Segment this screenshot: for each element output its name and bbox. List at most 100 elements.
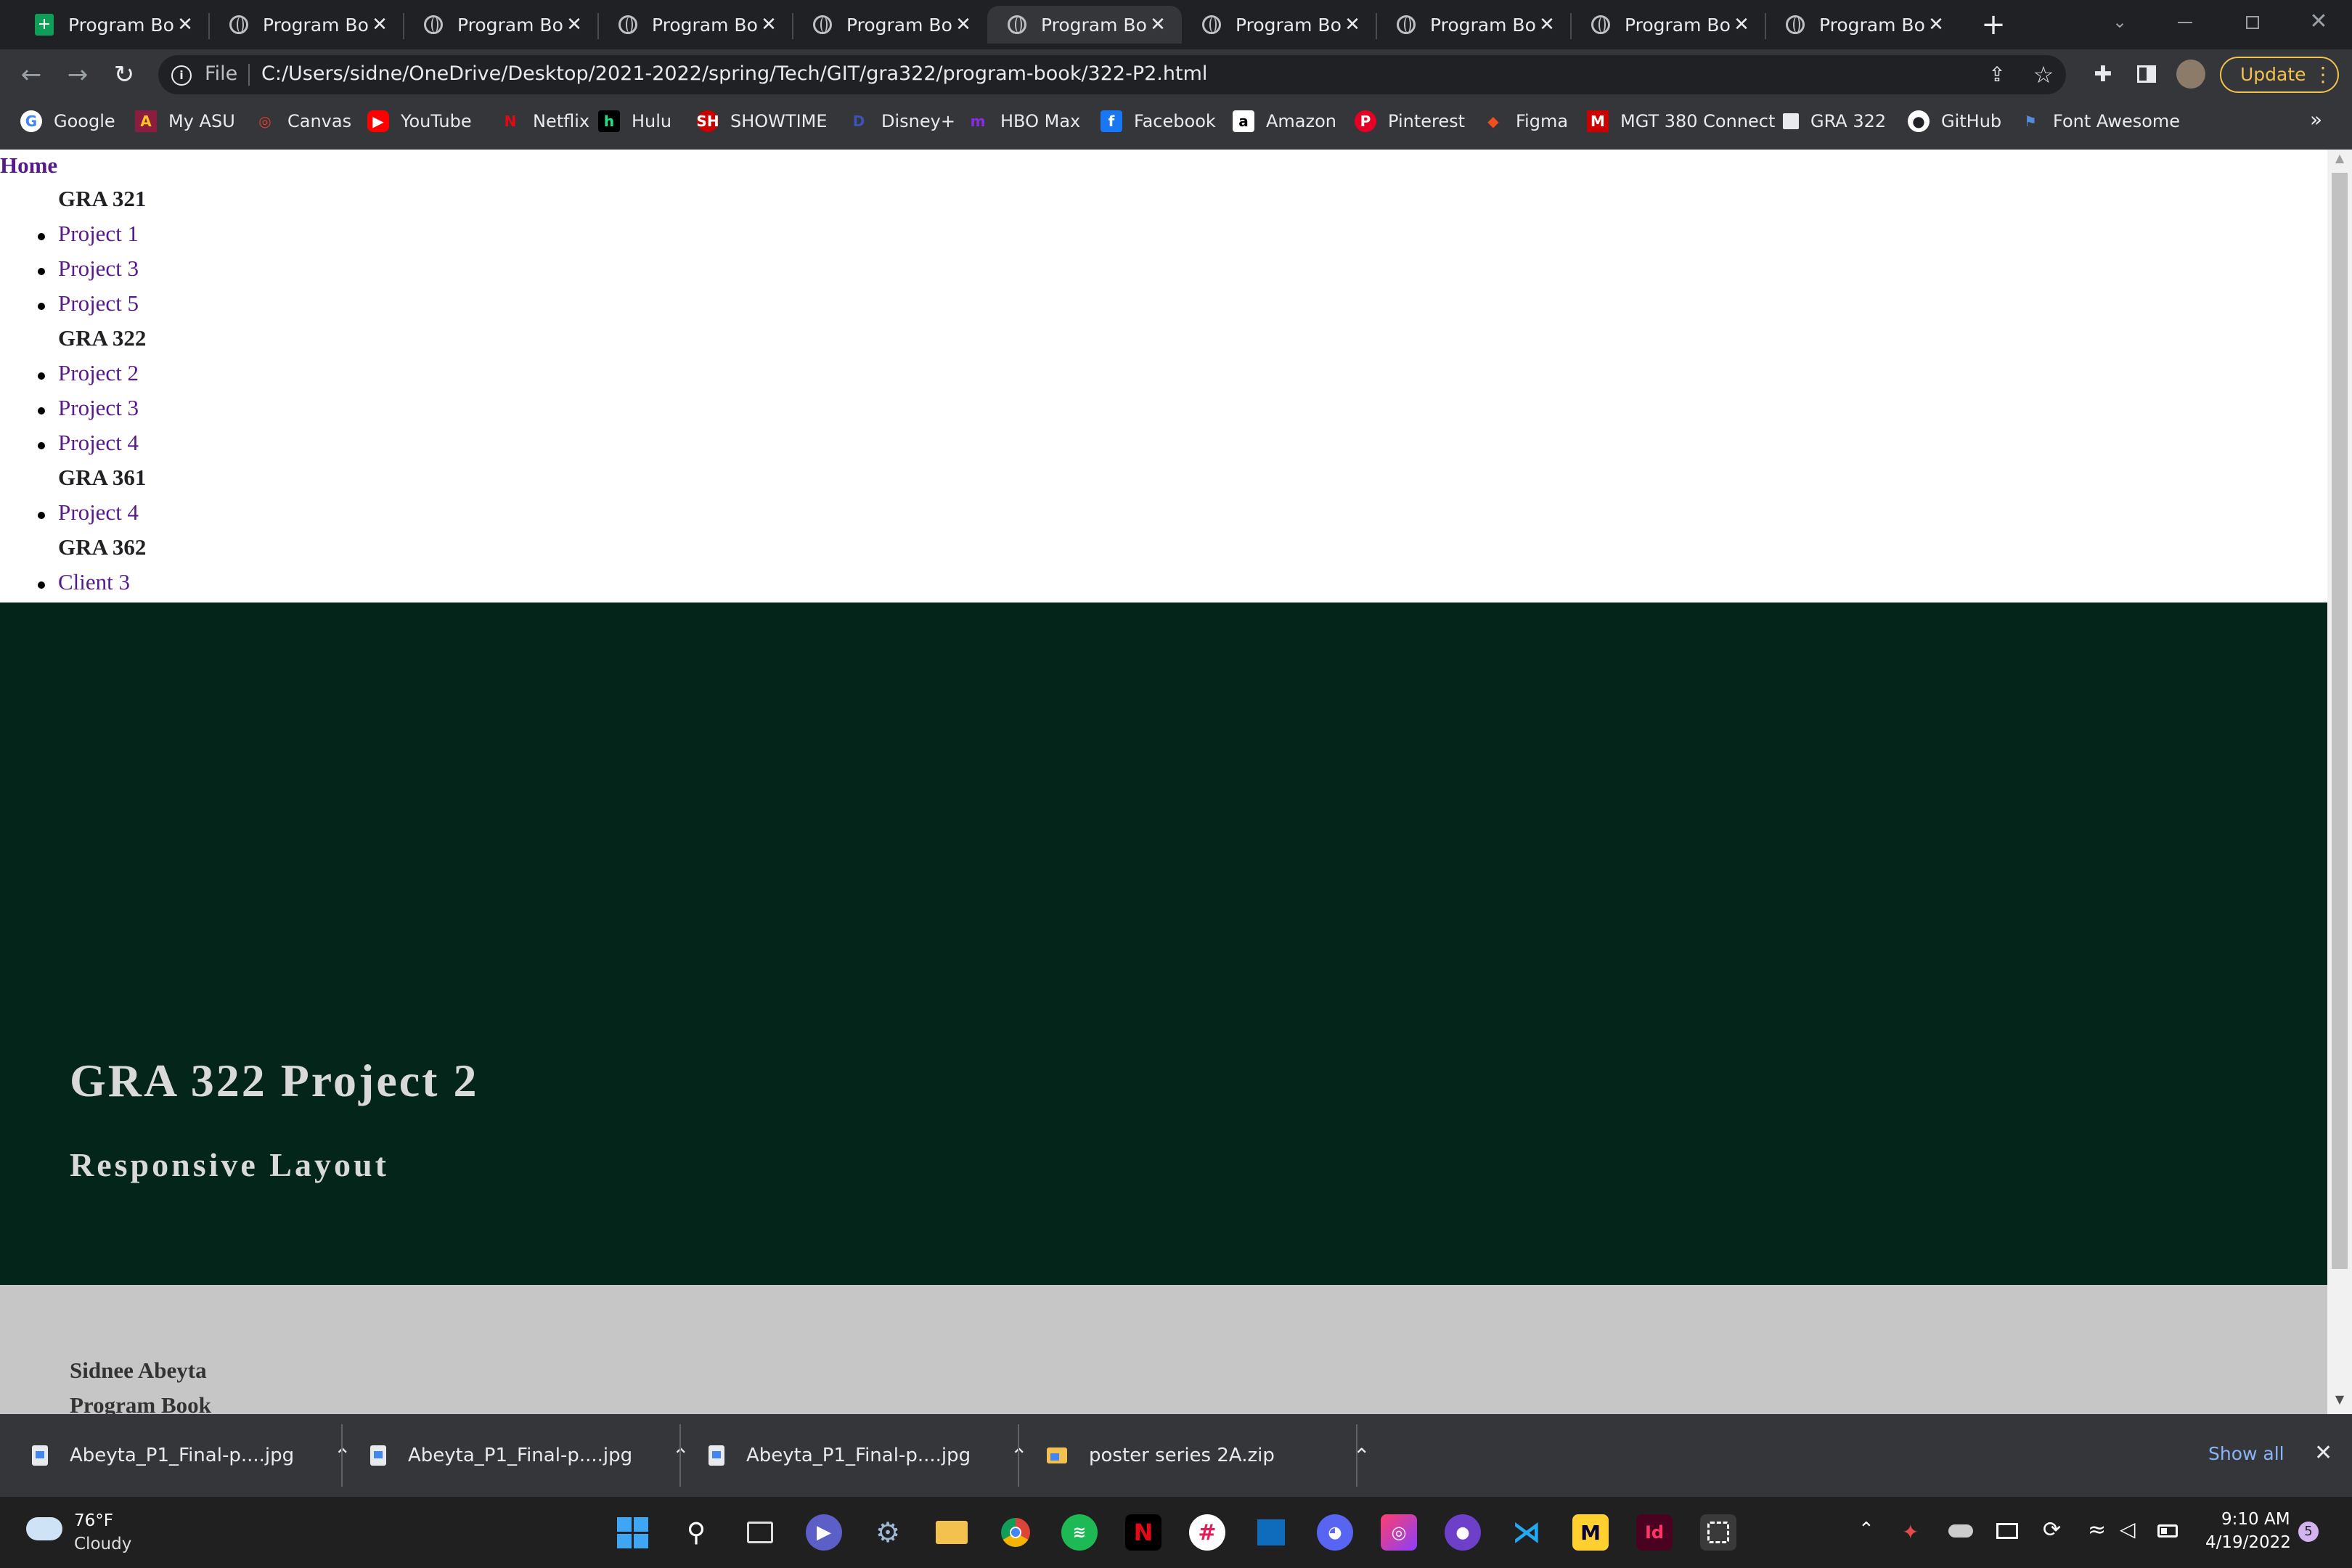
vscode-icon[interactable]: ⋊ <box>1508 1514 1545 1551</box>
menu-dots-icon[interactable]: ⋮ <box>2313 62 2333 86</box>
browser-tab[interactable]: + Program Boo ✕ <box>15 6 209 44</box>
browser-tab[interactable]: Program Boo ✕ <box>404 6 598 44</box>
project-link[interactable]: Project 4 <box>58 430 139 456</box>
reload-icon[interactable]: ↻ <box>106 55 142 94</box>
project-link[interactable]: Project 3 <box>58 395 139 421</box>
notification-badge[interactable]: 5 <box>2298 1522 2319 1542</box>
spotify-icon[interactable]: ≋ <box>1061 1514 1098 1551</box>
close-tab-icon[interactable]: ✕ <box>1731 14 1752 36</box>
minimize-icon[interactable] <box>2171 7 2200 36</box>
project-link[interactable]: Project 2 <box>58 360 139 386</box>
discord-icon[interactable]: ◕ <box>1317 1514 1353 1551</box>
file-explorer-icon[interactable] <box>934 1514 970 1551</box>
weather-icon[interactable] <box>26 1517 62 1540</box>
close-tab-icon[interactable]: ✕ <box>1536 14 1558 36</box>
netflix-icon[interactable]: N <box>1125 1514 1161 1551</box>
scroll-down-icon[interactable]: ▼ <box>2332 1392 2348 1408</box>
bookmark-item[interactable]: D Disney+ <box>848 100 955 142</box>
info-icon[interactable]: i <box>171 65 192 86</box>
project-link[interactable]: Project 3 <box>58 256 139 282</box>
bookmark-item[interactable]: M MGT 380 Connect <box>1587 100 1775 142</box>
project-link[interactable]: Project 4 <box>58 499 139 526</box>
close-tab-icon[interactable]: ✕ <box>563 14 585 36</box>
chrome-icon[interactable] <box>997 1514 1034 1551</box>
side-panel-icon[interactable] <box>2137 65 2156 83</box>
bookmark-item[interactable]: G Google <box>20 100 115 142</box>
indesign-icon[interactable]: Id <box>1636 1514 1673 1551</box>
snipping-tool-icon[interactable] <box>1700 1514 1736 1551</box>
browser-tab[interactable]: Program Boo ✕ <box>1376 6 1571 44</box>
bookmark-item[interactable]: SH SHOWTIME <box>696 100 828 142</box>
bookmark-item[interactable]: m HBO Max <box>967 100 1080 142</box>
download-item[interactable]: Abeyta_P1_Final-p....jpg⌃ <box>709 1414 1027 1497</box>
show-all-button[interactable]: Show all <box>2208 1443 2284 1464</box>
task-view-icon[interactable] <box>742 1514 778 1551</box>
volume-icon[interactable]: ◁ <box>2120 1517 2136 1541</box>
onedrive-icon[interactable] <box>1948 1524 1973 1538</box>
close-tab-icon[interactable]: ✕ <box>174 14 196 36</box>
close-downloads-icon[interactable]: ✕ <box>2314 1440 2332 1466</box>
url-text[interactable]: C:/Users/sidne/OneDrive/Desktop/2021-202… <box>261 62 1207 85</box>
bookmark-item[interactable]: ⚑ Font Awesome <box>2020 100 2180 142</box>
battery-icon[interactable] <box>2157 1524 2178 1538</box>
bookmark-item[interactable]: ▶ YouTube <box>367 100 472 142</box>
bookmark-item[interactable]: N Netflix <box>499 100 589 142</box>
close-tab-icon[interactable]: ✕ <box>1925 14 1947 36</box>
store-icon[interactable] <box>1253 1514 1289 1551</box>
tray-overflow-icon[interactable]: ⌃ <box>1858 1519 1874 1540</box>
profile-avatar[interactable] <box>2176 60 2205 89</box>
sync-icon[interactable]: ⟳ <box>2043 1517 2061 1543</box>
wifi-icon[interactable]: ≈ <box>2088 1517 2106 1543</box>
extensions-icon[interactable]: ✚ <box>2085 55 2121 94</box>
bookmark-item[interactable]: f Facebook <box>1101 100 1216 142</box>
project-link[interactable]: Project 1 <box>58 221 139 247</box>
dropbox-icon[interactable]: ✦ <box>1902 1520 1919 1544</box>
browser-tab[interactable]: Program Boo ✕ <box>793 6 987 44</box>
display-icon[interactable] <box>1996 1523 2018 1539</box>
restore-icon[interactable] <box>2237 7 2266 36</box>
search-icon[interactable]: ⚲ <box>678 1514 714 1551</box>
settings-icon[interactable]: ⚙ <box>870 1514 906 1551</box>
bookmark-item[interactable]: P Pinterest <box>1355 100 1465 142</box>
download-item[interactable]: Abeyta_P1_Final-p....jpg⌃ <box>370 1414 689 1497</box>
scrollbar-thumb[interactable] <box>2332 173 2348 1269</box>
new-tab-button[interactable]: + <box>1975 6 2012 44</box>
bookmark-item[interactable]: ◆ Figma <box>1482 100 1568 142</box>
project-link[interactable]: Project 5 <box>58 290 139 317</box>
slack-icon[interactable]: # <box>1189 1514 1225 1551</box>
creative-cloud-icon[interactable]: ◎ <box>1381 1514 1417 1551</box>
close-window-icon[interactable]: ✕ <box>2303 6 2335 38</box>
clock-date[interactable]: 4/19/2022 <box>2205 1533 2291 1552</box>
browser-tab[interactable]: Program Boo ✕ <box>1571 6 1765 44</box>
scroll-up-icon[interactable]: ▲ <box>2332 151 2348 167</box>
download-item[interactable]: poster series 2A.zip ⌃ <box>1047 1414 1370 1497</box>
browser-tab[interactable]: Program Boo ✕ <box>987 6 1182 44</box>
browser-tab[interactable]: Program Boo ✕ <box>1182 6 1376 44</box>
share-icon[interactable]: ⇪ <box>1979 55 2015 94</box>
back-icon[interactable]: ← <box>13 55 49 94</box>
close-tab-icon[interactable]: ✕ <box>369 14 391 36</box>
browser-tab[interactable]: Program Boo ✕ <box>209 6 404 44</box>
project-link[interactable]: Client 3 <box>58 569 130 595</box>
browser-tab[interactable]: Program Boo ✕ <box>598 6 793 44</box>
download-item[interactable]: Abeyta_P1_Final-p....jpg⌃ <box>32 1414 351 1497</box>
bookmark-item[interactable]: a Amazon <box>1233 100 1336 142</box>
bookmark-item[interactable]: h Hulu <box>598 100 671 142</box>
bookmark-item[interactable]: A My ASU <box>135 100 235 142</box>
forward-icon[interactable]: → <box>60 55 96 94</box>
bookmark-item[interactable]: ◎ Canvas <box>254 100 351 142</box>
close-tab-icon[interactable]: ✕ <box>758 14 780 36</box>
bookmark-item[interactable]: ● GitHub <box>1908 100 2001 142</box>
close-tab-icon[interactable]: ✕ <box>952 14 974 36</box>
bookmarks-more-icon[interactable]: » <box>2310 107 2322 131</box>
start-icon[interactable] <box>614 1514 650 1551</box>
close-tab-icon[interactable]: ✕ <box>1147 14 1169 36</box>
bookmark-star-icon[interactable]: ☆ <box>2025 55 2062 94</box>
bookmark-item[interactable]: GRA 322 <box>1783 100 1886 142</box>
teams-chat-icon[interactable]: ▶ <box>806 1514 842 1551</box>
close-tab-icon[interactable]: ✕ <box>1342 14 1363 36</box>
home-link[interactable]: Home <box>0 152 57 179</box>
browser-tab[interactable]: Program Boo ✕ <box>1765 6 1960 44</box>
clock-time[interactable]: 9:10 AM <box>2221 1510 2290 1529</box>
github-desktop-icon[interactable]: ● <box>1445 1514 1481 1551</box>
